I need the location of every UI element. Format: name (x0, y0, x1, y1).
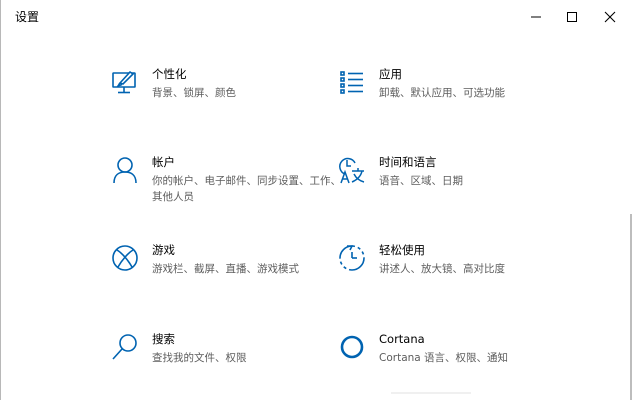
settings-item-accounts[interactable]: 帐户 你的帐户、电子邮件、同步设置、工作、其他人员 (110, 155, 341, 211)
settings-item-ease-of-access[interactable]: 轻松使用 讲述人、放大镜、高对比度 (337, 243, 567, 299)
item-description: 语音、区域、日期 (379, 175, 463, 187)
item-label: 搜索 (152, 332, 175, 346)
item-label: Cortana (379, 332, 425, 346)
personalization-icon (110, 67, 140, 97)
maximize-button[interactable] (553, 0, 591, 34)
item-description: 卸载、默认应用、可选功能 (379, 87, 505, 99)
close-button[interactable] (591, 0, 629, 34)
item-label: 时间和语言 (379, 155, 437, 169)
partial-item-edge (391, 392, 471, 394)
settings-item-gaming[interactable]: 游戏 游戏栏、截屏、直播、游戏模式 (110, 243, 340, 299)
cortana-icon (337, 332, 367, 362)
item-description: Cortana 语言、权限、通知 (379, 352, 509, 364)
window-title: 设置 (15, 10, 40, 24)
settings-item-personalization[interactable]: 个性化 背景、锁屏、颜色 (110, 67, 340, 123)
item-description: 背景、锁屏、颜色 (152, 87, 236, 99)
item-description: 游戏栏、截屏、直播、游戏模式 (152, 263, 299, 275)
item-label: 帐户 (152, 155, 175, 169)
search-icon (110, 332, 140, 362)
person-icon (110, 155, 140, 185)
title-bar: 设置 (1, 0, 634, 34)
item-description: 讲述人、放大镜、高对比度 (379, 263, 505, 275)
xbox-icon (110, 243, 140, 273)
item-label: 个性化 (152, 67, 187, 81)
settings-item-time-language[interactable]: 时间和语言 语音、区域、日期 (337, 155, 567, 211)
settings-item-cortana[interactable]: Cortana Cortana 语言、权限、通知 (337, 332, 567, 388)
item-label: 应用 (379, 67, 402, 81)
maximize-icon (567, 12, 577, 22)
item-label: 轻松使用 (379, 243, 425, 257)
settings-item-apps[interactable]: 应用 卸载、默认应用、可选功能 (337, 67, 567, 123)
settings-window: 设置 个性化 背景、锁屏、颜色 应用 卸载、默认应用、可选功能 帐户 你的帐户、… (0, 0, 634, 400)
apps-list-icon (337, 67, 367, 97)
close-icon (604, 11, 616, 23)
minimize-button[interactable] (517, 0, 555, 34)
minimize-icon (531, 16, 541, 18)
vertical-scrollbar[interactable] (630, 214, 632, 400)
ease-of-access-icon (337, 243, 367, 273)
settings-item-search[interactable]: 搜索 查找我的文件、权限 (110, 332, 340, 388)
item-description: 查找我的文件、权限 (152, 352, 247, 364)
time-language-icon (337, 155, 367, 185)
item-label: 游戏 (152, 243, 175, 257)
item-description: 你的帐户、电子邮件、同步设置、工作、其他人员 (152, 175, 341, 203)
